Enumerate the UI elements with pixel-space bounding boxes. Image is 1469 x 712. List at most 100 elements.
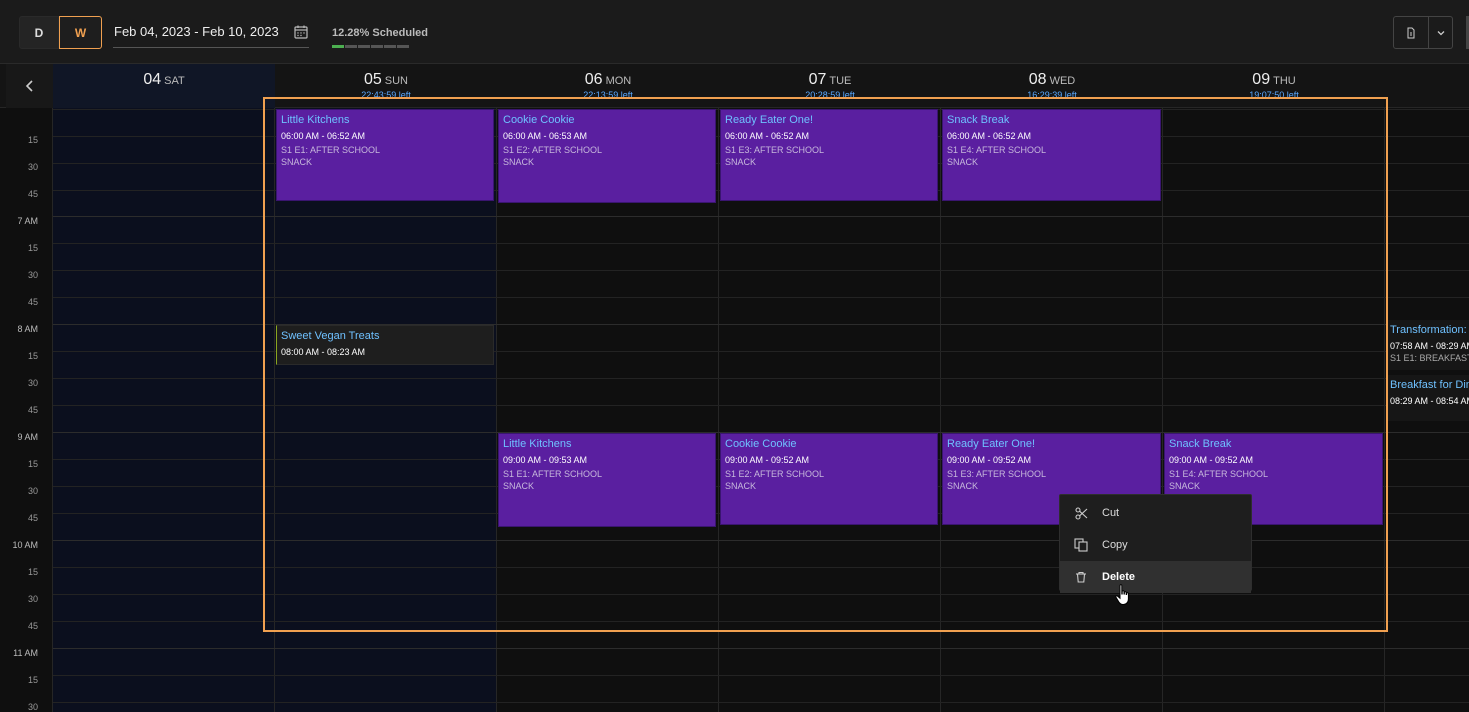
day-header-sat[interactable]: 04 SAT <box>53 64 275 108</box>
event-episode: S1 E1: BREAKFAST <box>1390 353 1469 363</box>
event-title: Sweet Vegan Treats <box>281 330 380 342</box>
document-icon <box>1407 27 1415 38</box>
event-card[interactable]: Little Kitchens 09:00 AM - 09:53 AM S1 E… <box>498 433 716 527</box>
event-card[interactable]: Transformation: 07:58 AM - 08:29 AM S1 E… <box>1386 320 1469 370</box>
time-label: 10 AM <box>12 540 38 550</box>
progress-segment <box>371 45 383 48</box>
grid-line <box>53 297 1469 298</box>
progress-segment <box>345 45 357 48</box>
event-card[interactable]: Sweet Vegan Treats 08:00 AM - 08:23 AM <box>276 325 494 365</box>
time-left-label: 20:28:59 left <box>805 90 855 100</box>
time-label: 45 <box>27 189 38 199</box>
time-label: 30 <box>27 486 38 496</box>
day-of-week: WED <box>1049 75 1076 87</box>
day-view-button[interactable]: D <box>19 16 59 49</box>
time-label: 15 <box>27 675 38 685</box>
scissors-icon <box>1074 506 1088 520</box>
day-number: 09 <box>1252 71 1271 88</box>
day-header-thu[interactable]: 09 THU 19:07:50 left <box>1163 64 1385 108</box>
event-episode: S1 E4: AFTER SCHOOL <box>1169 469 1269 479</box>
day-of-week: SUN <box>384 75 409 87</box>
day-number: 05 <box>363 71 382 88</box>
event-card[interactable]: Breakfast for Din 08:29 AM - 08:54 AM <box>1386 375 1469 421</box>
event-card[interactable]: Ready Eater One! 06:00 AM - 06:52 AM S1 … <box>720 109 938 201</box>
event-episode-cont: SNACK <box>947 481 979 491</box>
time-label: 45 <box>27 405 38 415</box>
grid-line <box>53 702 1469 703</box>
trash-icon <box>1074 570 1088 584</box>
event-episode: S1 E2: AFTER SCHOOL <box>503 145 603 155</box>
time-label: 45 <box>27 297 38 307</box>
previous-week-button[interactable] <box>6 64 53 108</box>
event-time: 09:00 AM - 09:52 AM <box>1169 455 1254 465</box>
day-of-week: MON <box>605 75 632 87</box>
time-label: 30 <box>27 378 38 388</box>
hand-cursor-icon <box>1115 584 1129 605</box>
event-time: 08:29 AM - 08:54 AM <box>1390 396 1469 406</box>
event-episode: S1 E3: AFTER SCHOOL <box>947 469 1047 479</box>
day-of-week: THU <box>1273 75 1296 87</box>
event-time: 06:00 AM - 06:52 AM <box>947 131 1032 141</box>
event-title: Ready Eater One! <box>947 438 1036 450</box>
time-label: 15 <box>27 135 38 145</box>
time-axis: 15 30 45 7 AM 15 30 45 8 AM 15 30 45 9 A… <box>6 108 53 712</box>
day-number: 06 <box>584 71 603 88</box>
event-episode-cont: SNACK <box>503 481 535 491</box>
event-title: Little Kitchens <box>281 114 350 126</box>
event-title: Snack Break <box>947 114 1010 126</box>
event-episode-cont: SNACK <box>503 157 535 167</box>
grid-line <box>53 405 1469 406</box>
time-label: 7 AM <box>17 216 38 226</box>
event-episode: S1 E1: AFTER SCHOOL <box>503 469 603 479</box>
time-label: 30 <box>27 594 38 604</box>
event-title: Cookie Cookie <box>725 438 797 450</box>
chevron-down-icon <box>1437 30 1444 35</box>
time-label: 30 <box>27 270 38 280</box>
menu-item-delete[interactable]: Delete <box>1060 561 1251 593</box>
menu-item-cut[interactable]: Cut <box>1060 497 1251 529</box>
event-time: 06:00 AM - 06:52 AM <box>281 131 366 141</box>
chevron-left-icon <box>25 80 33 92</box>
export-dropdown-button[interactable] <box>1429 16 1453 49</box>
export-button[interactable] <box>1393 16 1429 49</box>
date-range-underline <box>113 47 309 48</box>
progress-segment <box>332 45 344 48</box>
event-title: Ready Eater One! <box>725 114 814 126</box>
time-left-label: 16:29:39 left <box>1027 90 1077 100</box>
event-title: Snack Break <box>1169 438 1232 450</box>
day-number: 08 <box>1028 71 1047 88</box>
day-header-mon[interactable]: 06 MON 22:13:59 left <box>497 64 719 108</box>
event-episode-cont: SNACK <box>1169 481 1201 491</box>
week-view-button[interactable]: W <box>59 16 102 49</box>
copy-icon <box>1074 538 1088 552</box>
grid-line <box>53 567 1469 568</box>
grid-line <box>53 378 1469 379</box>
event-card[interactable]: Little Kitchens 06:00 AM - 06:52 AM S1 E… <box>276 109 494 201</box>
day-header-tue[interactable]: 07 TUE 20:28:59 left <box>719 64 941 108</box>
event-episode: S1 E2: AFTER SCHOOL <box>725 469 825 479</box>
event-episode-cont: SNACK <box>281 157 313 167</box>
time-label: 15 <box>27 567 38 577</box>
event-time: 09:00 AM - 09:52 AM <box>947 455 1032 465</box>
day-of-week: TUE <box>829 75 852 87</box>
grid-line <box>53 675 1469 676</box>
event-time: 08:00 AM - 08:23 AM <box>281 347 366 357</box>
date-range-field[interactable]: Feb 04, 2023 - Feb 10, 2023 <box>114 24 279 39</box>
day-header-sun[interactable]: 05 SUN 22:43:59 left <box>275 64 497 108</box>
calendar-icon[interactable] <box>293 24 309 40</box>
day-header-wed[interactable]: 08 WED 16:29:39 left <box>941 64 1163 108</box>
time-label: 15 <box>27 459 38 469</box>
event-time: 07:58 AM - 08:29 AM <box>1390 341 1469 351</box>
event-card[interactable]: Cookie Cookie 06:00 AM - 06:53 AM S1 E2:… <box>498 109 716 203</box>
event-time: 09:00 AM - 09:53 AM <box>503 455 588 465</box>
event-title: Breakfast for Din <box>1390 379 1469 391</box>
grid-line <box>53 243 1469 244</box>
time-label: 45 <box>27 621 38 631</box>
grid-line <box>53 540 1469 541</box>
event-card[interactable]: Cookie Cookie 09:00 AM - 09:52 AM S1 E2:… <box>720 433 938 525</box>
menu-item-copy[interactable]: Copy <box>1060 529 1251 561</box>
time-label: 30 <box>27 702 38 712</box>
scheduled-percent-label: 12.28% Scheduled <box>332 27 428 39</box>
event-card[interactable]: Snack Break 06:00 AM - 06:52 AM S1 E4: A… <box>942 109 1161 201</box>
menu-item-label: Cut <box>1102 507 1120 519</box>
